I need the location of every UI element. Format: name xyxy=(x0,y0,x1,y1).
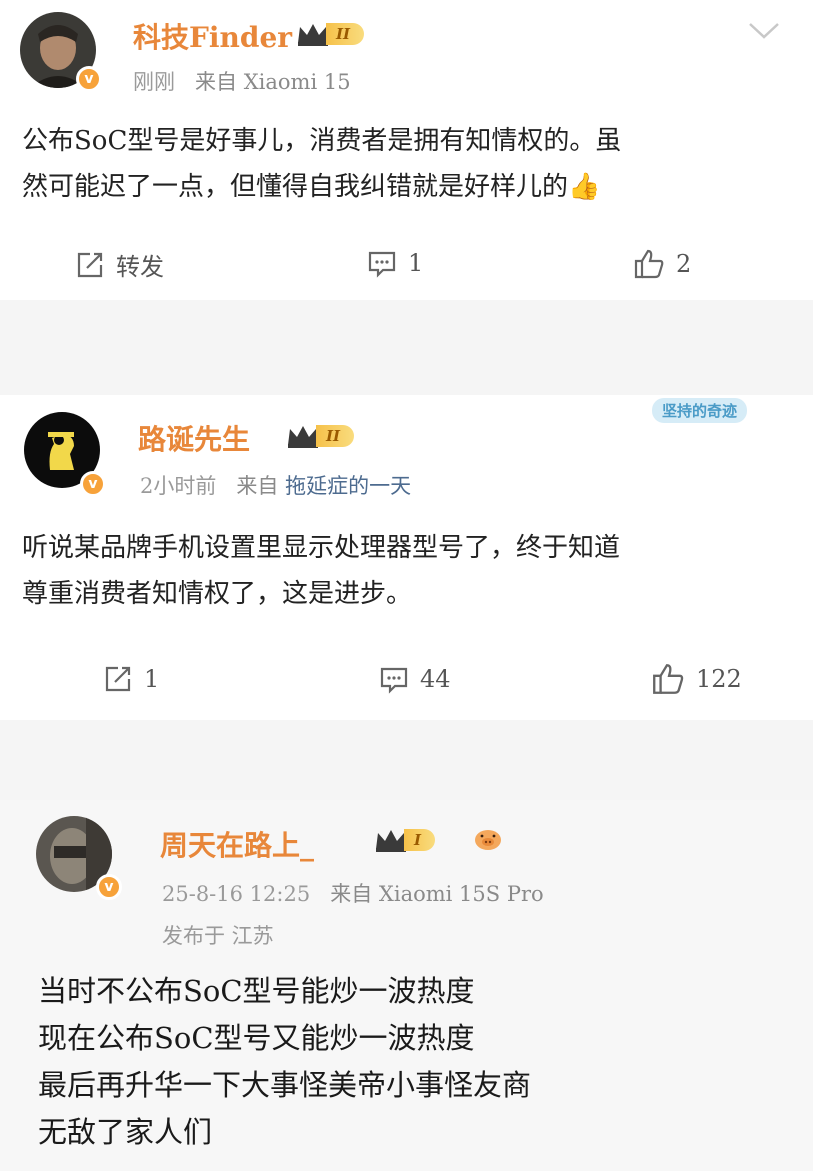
repost-icon xyxy=(77,252,103,277)
pig-emoji-icon xyxy=(475,830,501,850)
vip-crown-icon xyxy=(298,24,328,46)
post-source[interactable]: 拖延症的一天 xyxy=(285,474,411,498)
content-line: 最后再升华一下大事怪美帝小事怪友商 xyxy=(38,1068,532,1102)
post-meta: 25-8-16 12:25 来自 Xiaomi 15S Pro xyxy=(162,878,544,908)
post-location: 发布于 江苏 xyxy=(162,924,274,948)
source-prefix: 来自 xyxy=(195,70,238,94)
post-time: 25-8-16 12:25 xyxy=(162,882,311,906)
username[interactable]: 路诞先生 xyxy=(138,418,250,458)
weibo-post: v 科技Finder II 刚刚 来自 Xiaomi 15 公布SoC型号是好事… xyxy=(0,0,813,300)
chevron-down-icon[interactable] xyxy=(747,20,781,42)
repost-button[interactable]: 转发 xyxy=(74,247,164,282)
post-content: 听说某品牌手机设置里显示处理器型号了，终于知道 尊重消费者知情权了，这是进步。 xyxy=(22,525,620,617)
source-prefix: 来自 xyxy=(236,474,279,498)
vip-level: II xyxy=(326,23,365,45)
like-button[interactable]: 2 xyxy=(632,247,691,281)
like-button[interactable]: 122 xyxy=(650,661,742,697)
vip-badge[interactable]: II xyxy=(286,422,355,450)
comment-icon xyxy=(380,667,408,694)
like-icon xyxy=(653,664,684,694)
post-time: 2小时前 xyxy=(140,474,217,498)
vip-level: II xyxy=(316,425,355,447)
post-source: Xiaomi 15 xyxy=(243,70,351,94)
like-count: 122 xyxy=(696,665,742,693)
content-line: 现在公布SoC型号又能炒一波热度 xyxy=(38,1021,475,1055)
verified-badge-icon: v xyxy=(80,471,106,497)
vip-badge[interactable]: I xyxy=(374,826,436,854)
comment-button[interactable]: 1 xyxy=(366,247,423,279)
like-count: 2 xyxy=(676,250,692,278)
comment-count: 1 xyxy=(408,249,424,277)
like-icon xyxy=(634,249,664,279)
post-content: 公布SoC型号是好事儿，消费者是拥有知情权的。虽 然可能迟了一点，但懂得自我纠错… xyxy=(22,118,621,210)
content-line: 当时不公布SoC型号能炒一波热度 xyxy=(38,974,475,1008)
comment-icon xyxy=(368,251,396,278)
username[interactable]: 周天在路上_ xyxy=(160,824,314,864)
vip-crown-icon xyxy=(376,830,406,852)
content-line: 尊重消费者知情权了，这是进步。 xyxy=(22,579,413,609)
post-content: 当时不公布SoC型号能炒一波热度 现在公布SoC型号又能炒一波热度 最后再升华一… xyxy=(38,968,531,1156)
source-prefix: 来自 xyxy=(330,882,373,906)
content-line: 无敌了家人们 xyxy=(38,1115,213,1149)
weibo-post: v 路诞先生 II 2小时前 来自 拖延症的一天 听说某品牌手机设置里显示处理器… xyxy=(0,395,813,720)
verified-badge-icon: v xyxy=(76,66,102,92)
repost-label: 转发 xyxy=(116,253,164,281)
comment-count: 44 xyxy=(420,665,451,693)
content-line: 公布SoC型号是好事儿，消费者是拥有知情权的。虽 xyxy=(22,126,622,156)
repost-count: 1 xyxy=(144,665,160,693)
post-meta: 刚刚 来自 Xiaomi 15 xyxy=(133,66,351,96)
username[interactable]: 科技Finder xyxy=(133,16,292,56)
repost-icon xyxy=(105,666,131,692)
post-source: Xiaomi 15S Pro xyxy=(378,882,544,906)
topic-tag[interactable]: 坚持的奇迹 xyxy=(652,398,748,423)
verified-badge-icon: v xyxy=(96,874,122,900)
vip-badge[interactable]: II xyxy=(296,20,365,48)
post-time: 刚刚 xyxy=(133,70,175,94)
content-line: 然可能迟了一点，但懂得自我纠错就是好样儿的👍 xyxy=(22,172,601,202)
repost-button[interactable]: 1 xyxy=(102,663,159,695)
post-meta: 2小时前 来自 拖延症的一天 xyxy=(140,470,411,500)
comment-button[interactable]: 44 xyxy=(378,663,451,695)
vip-level: I xyxy=(404,829,436,851)
content-line: 听说某品牌手机设置里显示处理器型号了，终于知道 xyxy=(22,533,621,563)
vip-crown-icon xyxy=(288,426,318,448)
